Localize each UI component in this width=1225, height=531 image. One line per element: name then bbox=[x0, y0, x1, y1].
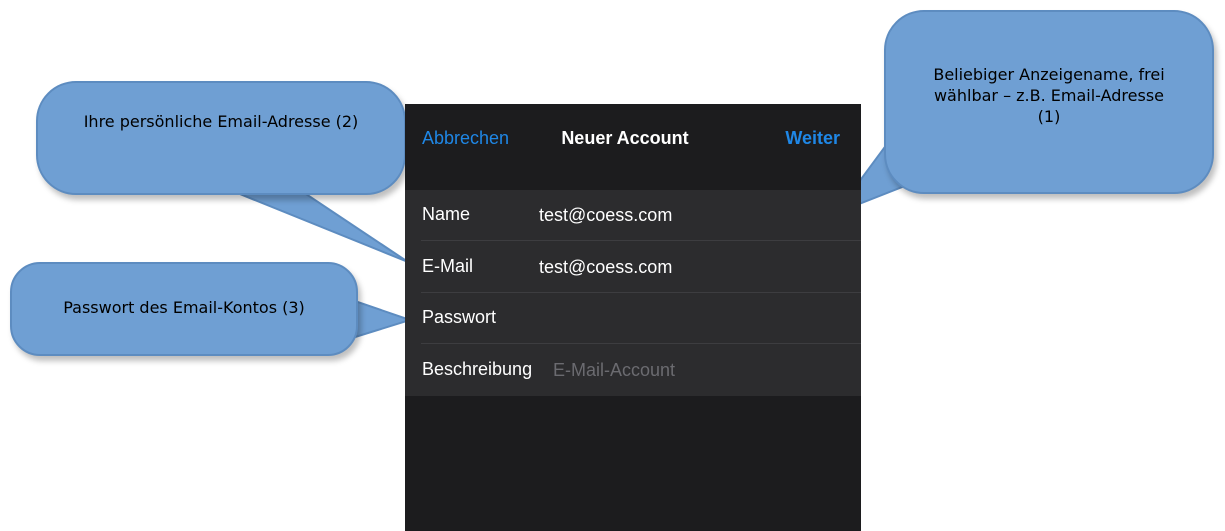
callout-display-name: Beliebiger Anzeigename, frei wählbar – z… bbox=[884, 10, 1214, 194]
callout-email-address: Ihre persönliche Email-Adresse (2) bbox=[36, 81, 406, 195]
password-label: Passwort bbox=[422, 307, 497, 327]
navigation-bar: Abbrechen Neuer Account Weiter bbox=[405, 104, 861, 171]
callout-tail-email bbox=[229, 189, 409, 263]
callout-tail-password bbox=[351, 298, 414, 340]
row-divider bbox=[421, 240, 861, 241]
callout-password: Passwort des Email-Kontos (3) bbox=[10, 262, 358, 356]
description-field[interactable]: E-Mail-Account bbox=[553, 360, 675, 381]
email-field[interactable]: test@coess.com bbox=[539, 257, 672, 278]
name-field[interactable]: test@coess.com bbox=[539, 205, 672, 226]
page-title: Neuer Account bbox=[561, 128, 689, 148]
email-row[interactable]: E-Mail test@coess.com bbox=[405, 242, 861, 293]
password-row[interactable]: Passwort bbox=[405, 293, 861, 344]
description-row[interactable]: Beschreibung E-Mail-Account bbox=[405, 345, 861, 396]
name-label: Name bbox=[422, 204, 471, 224]
email-label: E-Mail bbox=[422, 256, 474, 276]
callout-display-name-text: Beliebiger Anzeigename, frei wählbar – z… bbox=[933, 65, 1165, 126]
name-row[interactable]: Name test@coess.com bbox=[405, 190, 861, 241]
row-divider bbox=[421, 343, 861, 344]
description-label: Beschreibung bbox=[422, 359, 533, 379]
callout-email-address-text: Ihre persönliche Email-Adresse (2) bbox=[83, 112, 359, 131]
new-account-screen: Abbrechen Neuer Account Weiter Name test… bbox=[405, 104, 861, 531]
callout-password-text: Passwort des Email-Kontos (3) bbox=[63, 298, 305, 317]
account-form: Name test@coess.com E-Mail test@coess.co… bbox=[405, 190, 861, 396]
next-button[interactable]: Weiter bbox=[785, 128, 840, 149]
